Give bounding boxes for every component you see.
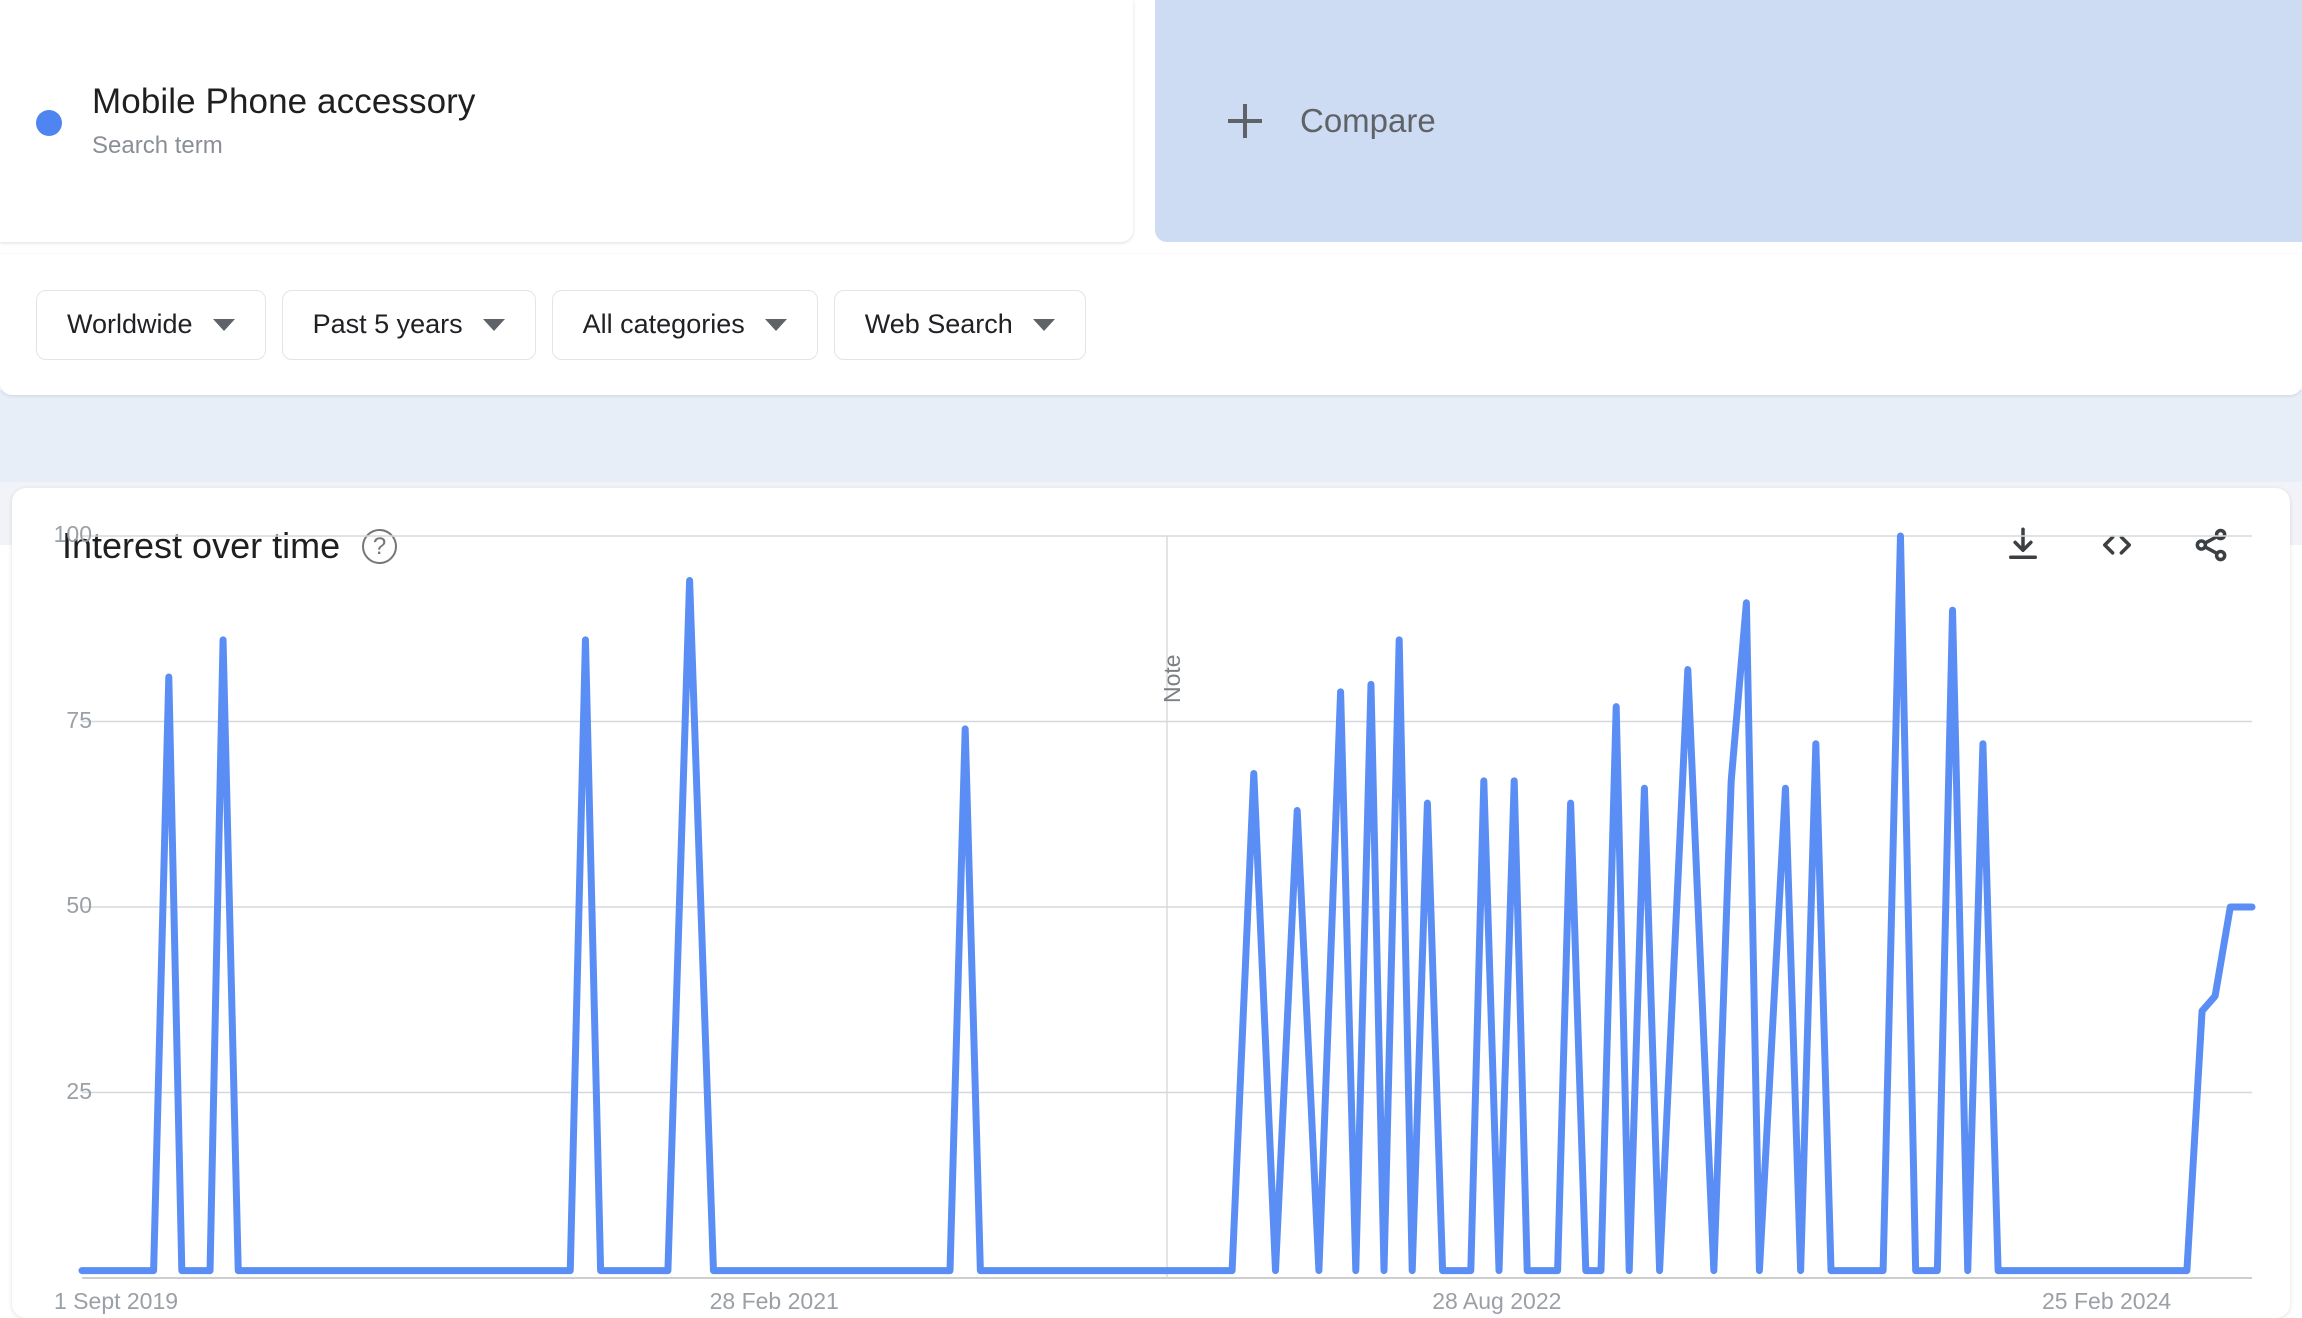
compare-label: Compare [1300, 102, 1436, 139]
time-range-filter-label: Past 5 years [312, 309, 463, 339]
location-filter[interactable]: Worldwide [36, 289, 266, 360]
x-axis-tick-label: 28 Aug 2022 [1432, 1288, 1562, 1314]
x-axis-tick-label: 28 Feb 2021 [709, 1288, 839, 1314]
search-term-title: Mobile Phone accessory [92, 81, 476, 121]
x-axis-tick-label: 1 Sept 2019 [54, 1288, 179, 1314]
filter-bar: Worldwide Past 5 years All categories We… [0, 254, 2302, 395]
search-term-row: Mobile Phone accessory Search term Compa… [0, 0, 2302, 242]
plus-icon [1228, 104, 1262, 138]
search-term-card[interactable]: Mobile Phone accessory Search term [0, 0, 1133, 242]
y-axis-tick-label: 100 [53, 521, 92, 547]
background-band-upper [0, 390, 2302, 482]
search-term-texts: Mobile Phone accessory Search term [92, 79, 476, 164]
series-color-dot [36, 110, 62, 136]
category-filter[interactable]: All categories [551, 289, 818, 360]
x-axis-tick-label: 25 Feb 2024 [2042, 1288, 2172, 1314]
y-axis-tick-label: 75 [66, 706, 92, 733]
time-range-filter[interactable]: Past 5 years [281, 289, 536, 360]
y-axis-tick-label: 25 [66, 1077, 92, 1104]
category-filter-label: All categories [582, 309, 745, 339]
chevron-down-icon [764, 318, 787, 331]
y-axis-tick-label: 50 [66, 892, 92, 918]
note-annotation-label[interactable]: Note [1159, 654, 1186, 703]
chart-plot-area [78, 532, 2256, 1279]
search-term-subtitle: Search term [92, 131, 223, 159]
interest-over-time-chart[interactable]: 25 50 75 100 1 Sept 2019 28 Feb 2021 28 Aug 20… [12, 488, 2290, 1318]
interest-over-time-card: Interest over time ? 25 50 75 100 1 Sept… [12, 488, 2290, 1318]
search-type-filter-label: Web Search [864, 309, 1013, 339]
google-trends-page: Mobile Phone accessory Search term Compa… [0, 0, 2302, 1318]
chevron-down-icon [1032, 318, 1055, 331]
location-filter-label: Worldwide [67, 309, 193, 339]
chevron-down-icon [212, 318, 235, 331]
compare-button[interactable]: Compare [1155, 0, 2302, 242]
chevron-down-icon [482, 318, 505, 331]
search-type-filter[interactable]: Web Search [833, 289, 1086, 360]
